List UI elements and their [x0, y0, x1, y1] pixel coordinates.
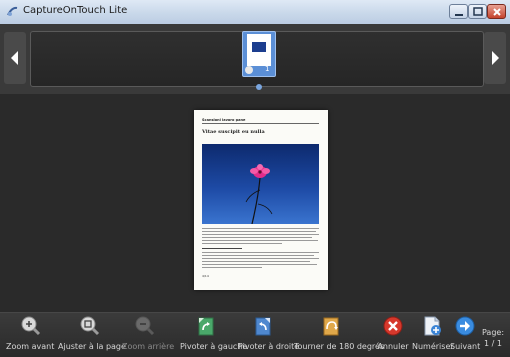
title-bar: CaptureOnTouch Lite	[0, 0, 510, 25]
zoom-in-icon	[21, 316, 41, 336]
rotate-left-button[interactable]: Pivoter à gauche	[180, 315, 248, 355]
zoom-in-label: Zoom avant	[6, 342, 55, 351]
document-viewer[interactable]: Scansioni lavoro pane Vitae suscipit eu …	[0, 94, 510, 312]
app-window: CaptureOnTouch Lite 1 Scansioni lavoro p…	[0, 0, 510, 357]
thumbnail-number: 1	[265, 65, 270, 73]
current-page-indicator	[256, 84, 262, 90]
close-button[interactable]	[487, 4, 506, 19]
text-line	[202, 243, 282, 245]
zoom-in-button[interactable]: Zoom avant	[6, 315, 54, 355]
rotate-180-label: Tourner de 180 degrés	[294, 342, 385, 351]
zoom-out-label: Zoom arrière	[122, 342, 175, 351]
maximize-button[interactable]	[468, 4, 487, 19]
page-indicator-value: 1 / 1	[484, 339, 502, 348]
rotate-left-label: Pivoter à gauche	[180, 342, 248, 351]
next-button[interactable]: Suivant	[450, 315, 480, 355]
minimize-button[interactable]	[449, 4, 468, 19]
text-line	[202, 261, 310, 263]
scan-button[interactable]: Numériser	[412, 315, 454, 355]
flower-image	[245, 164, 273, 224]
header-rule	[202, 123, 319, 124]
maximize-icon	[473, 7, 483, 16]
cancel-label: Annuler	[377, 342, 409, 351]
text-line	[202, 264, 317, 266]
page-indicator-label: Page:	[481, 328, 505, 337]
fit-page-button[interactable]: Ajuster à la page	[58, 315, 126, 355]
page-indicator: Page: 1 / 1	[479, 327, 507, 349]
page-thumbnail[interactable]: 1	[242, 31, 276, 77]
text-line	[202, 231, 316, 233]
cancel-icon	[383, 316, 403, 336]
text-line	[202, 255, 314, 257]
minimize-icon	[455, 14, 463, 16]
cancel-button[interactable]: Annuler	[370, 315, 416, 355]
window-title: CaptureOnTouch Lite	[23, 5, 128, 16]
zoom-out-button[interactable]: Zoom arrière	[122, 315, 175, 355]
thumbnail-photo	[252, 42, 266, 52]
bottom-toolbar: Zoom avant Ajuster à la page Zoom arrièr…	[0, 312, 510, 357]
text-line	[202, 237, 312, 239]
close-icon	[493, 8, 501, 16]
text-line	[202, 267, 262, 269]
text-line	[202, 234, 319, 236]
subheading-line	[202, 248, 242, 250]
text-line	[202, 228, 319, 230]
scanned-page: Scansioni lavoro pane Vitae suscipit eu …	[194, 110, 328, 290]
text-line	[202, 252, 319, 254]
rotate-right-label: Pivoter à droite	[238, 342, 300, 351]
rotate-180-button[interactable]: Tourner de 180 degrés	[294, 315, 385, 355]
scroll-right-button[interactable]	[484, 32, 506, 84]
scan-label: Numériser	[412, 342, 454, 351]
thumbnail-page	[247, 34, 271, 66]
scan-icon	[424, 316, 441, 336]
zoom-out-icon	[135, 316, 155, 336]
delete-page-icon[interactable]	[245, 66, 253, 74]
arrow-right-circle-icon	[455, 316, 475, 336]
rotate-right-icon	[255, 317, 271, 336]
flower-photo	[202, 144, 319, 224]
rotate-180-icon	[323, 317, 339, 336]
page-header-text: Scansioni lavoro pane	[202, 118, 246, 122]
page-footer: 4/14	[202, 274, 209, 278]
page-heading: Vitae suscipit eu nulla	[202, 129, 265, 135]
rotate-left-icon	[198, 317, 214, 336]
scroll-left-button[interactable]	[4, 32, 26, 84]
rotate-right-button[interactable]: Pivoter à droite	[238, 315, 300, 355]
app-logo-icon	[7, 6, 18, 16]
next-label: Suivant	[450, 342, 481, 351]
text-line	[202, 258, 319, 260]
text-line	[202, 240, 318, 242]
fit-page-label: Ajuster à la page	[58, 342, 126, 351]
fit-page-icon	[80, 316, 100, 336]
